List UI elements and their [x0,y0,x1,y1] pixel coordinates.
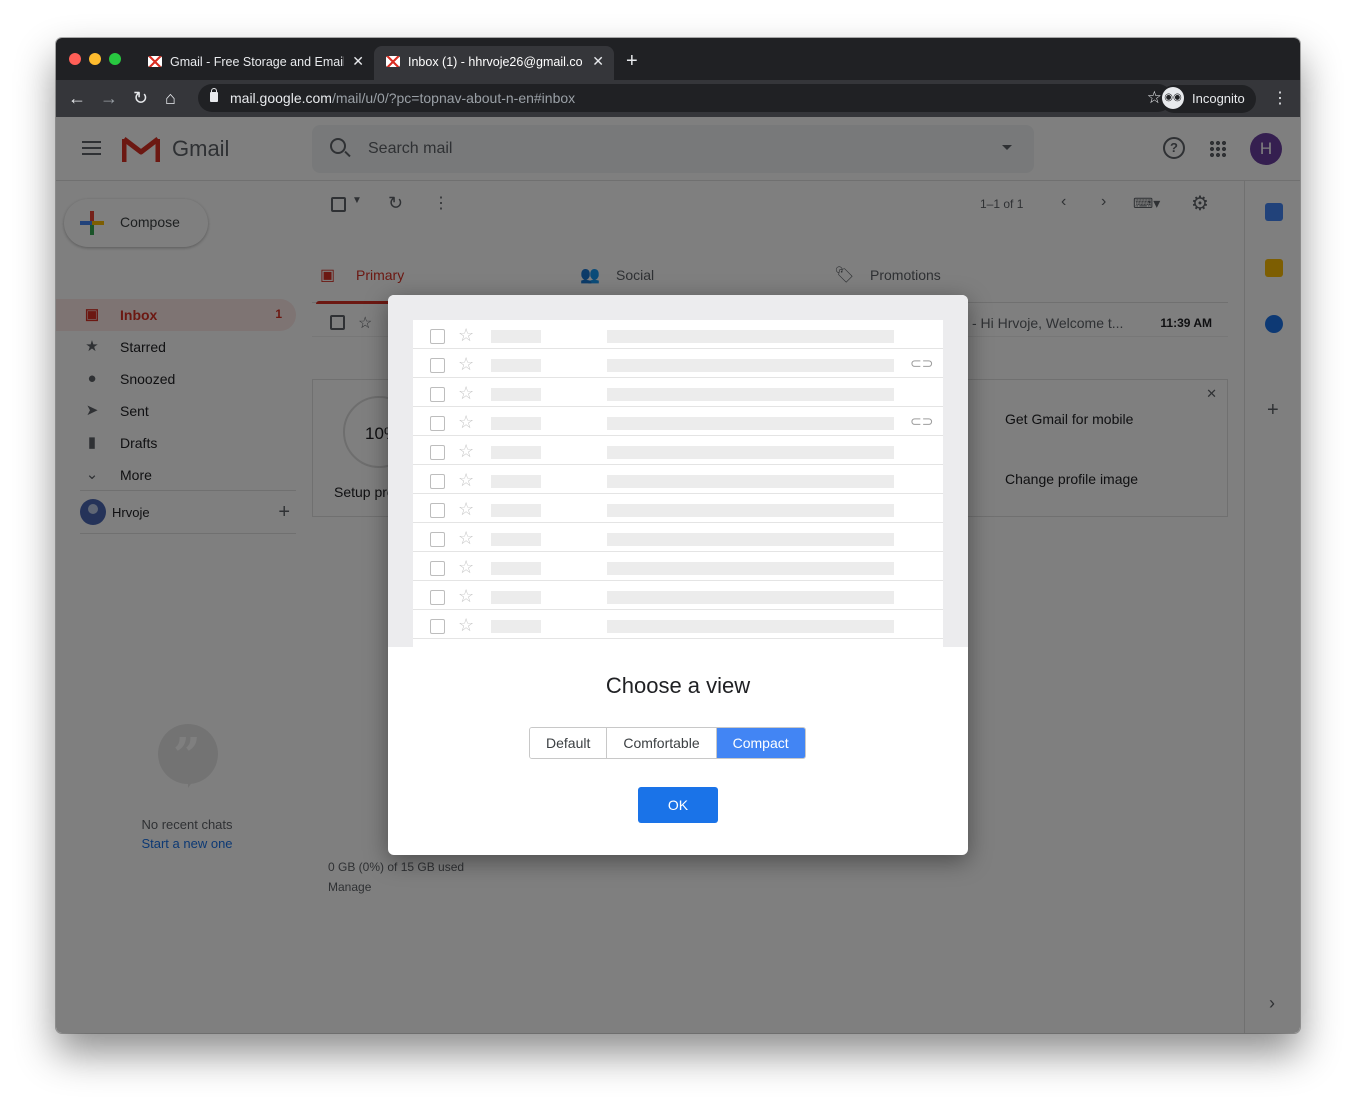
preview-row: ☆ [413,320,943,349]
preview-star-icon: ☆ [458,325,475,345]
preview-row: ☆ [413,436,943,465]
tab-strip: Gmail - Free Storage and Email ✕ Inbox (… [56,38,1300,80]
preview-checkbox [430,329,445,344]
preview-checkbox [430,561,445,576]
browser-menu-icon[interactable]: ⋮ [1272,88,1288,108]
preview-sender-placeholder [491,533,541,546]
preview-list: ☆ ☆ ⊂⊃ ☆ ☆ ⊂⊃ ☆ ☆ ☆ ☆ ☆ ☆ ☆ [413,320,943,647]
preview-star-icon: ☆ [458,586,475,606]
preview-subject-placeholder [607,591,894,604]
preview-star-icon: ☆ [458,383,475,403]
preview-star-icon: ☆ [458,499,475,519]
preview-sender-placeholder [491,417,541,430]
preview-subject-placeholder [607,504,894,517]
preview-subject-placeholder [607,620,894,633]
minimize-window-button[interactable] [89,53,101,65]
view-option-compact[interactable]: Compact [716,728,805,758]
preview-sender-placeholder [491,620,541,633]
preview-star-icon: ☆ [458,354,475,374]
address-bar[interactable]: mail.google.com/mail/u/0/?pc=topnav-abou… [198,84,1172,112]
preview-checkbox [430,503,445,518]
incognito-label: Incognito [1192,91,1245,106]
attachment-icon: ⊂⊃ [910,413,934,429]
tab-close-icon[interactable]: ✕ [352,53,364,70]
preview-star-icon: ☆ [458,615,475,635]
preview-star-icon: ☆ [458,528,475,548]
url-text: mail.google.com/mail/u/0/?pc=topnav-abou… [230,90,576,106]
preview-sender-placeholder [491,446,541,459]
dialog-title: Choose a view [605,673,751,698]
new-tab-button[interactable]: + [626,51,638,71]
tab-title: Gmail - Free Storage and Email [170,55,344,69]
preview-star-icon: ☆ [458,470,475,490]
tab-close-icon[interactable]: ✕ [592,53,604,70]
preview-sender-placeholder [491,330,541,343]
preview-row: ☆ [413,552,943,581]
browser-window: Gmail - Free Storage and Email ✕ Inbox (… [56,38,1300,1033]
preview-subject-placeholder [607,446,894,459]
incognito-indicator[interactable]: ◉◉ Incognito [1160,85,1256,113]
choose-view-dialog: ☆ ☆ ⊂⊃ ☆ ☆ ⊂⊃ ☆ ☆ ☆ ☆ ☆ ☆ ☆ Choose a view Default Co… [388,295,968,855]
preview-subject-placeholder [607,388,894,401]
forward-arrow-icon[interactable]: → [100,88,118,108]
preview-row: ☆ [413,610,943,639]
preview-row: ☆ [413,465,943,494]
browser-tab-inbox[interactable]: Inbox (1) - hhrvoje26@gmail.com ✕ [374,46,614,80]
preview-subject-placeholder [607,359,894,372]
view-option-default[interactable]: Default [530,728,608,758]
view-option-comfortable[interactable]: Comfortable [607,728,717,758]
preview-checkbox [430,474,445,489]
reload-icon[interactable]: ↻ [133,88,148,108]
preview-subject-placeholder [607,330,894,343]
preview-checkbox [430,532,445,547]
preview-checkbox [430,590,445,605]
browser-toolbar: ← → ↻ ⌂ mail.google.com/mail/u/0/?pc=top… [56,80,1300,117]
preview-subject-placeholder [607,562,894,575]
preview-sender-placeholder [491,504,541,517]
gmail-favicon-icon [148,56,162,67]
preview-sender-placeholder [491,359,541,372]
tab-title: Inbox (1) - hhrvoje26@gmail.com [408,55,582,69]
preview-row: ☆ [413,581,943,610]
preview-checkbox [430,619,445,634]
gmail-favicon-icon [386,56,400,67]
preview-checkbox [430,358,445,373]
preview-sender-placeholder [491,475,541,488]
view-preview: ☆ ☆ ⊂⊃ ☆ ☆ ⊂⊃ ☆ ☆ ☆ ☆ ☆ ☆ ☆ [388,295,968,647]
preview-row: ☆ ⊂⊃ [413,349,943,378]
view-options: Default Comfortable Compact [529,727,806,759]
home-icon[interactable]: ⌂ [165,88,176,108]
preview-row: ☆ [413,494,943,523]
preview-checkbox [430,387,445,402]
preview-checkbox [430,445,445,460]
preview-checkbox [430,416,445,431]
preview-row: ☆ [413,378,943,407]
preview-row: ☆ ⊂⊃ [413,407,943,436]
preview-sender-placeholder [491,591,541,604]
preview-subject-placeholder [607,475,894,488]
preview-sender-placeholder [491,562,541,575]
close-window-button[interactable] [69,53,81,65]
preview-star-icon: ☆ [458,557,475,577]
ok-button[interactable]: OK [638,787,718,823]
lock-icon [210,88,218,102]
preview-star-icon: ☆ [458,412,475,432]
preview-row: ☆ [413,523,943,552]
attachment-icon: ⊂⊃ [910,355,934,371]
maximize-window-button[interactable] [109,53,121,65]
browser-tab-gmail[interactable]: Gmail - Free Storage and Email ✕ [136,46,374,80]
preview-sender-placeholder [491,388,541,401]
preview-subject-placeholder [607,533,894,546]
preview-subject-placeholder [607,417,894,430]
back-arrow-icon[interactable]: ← [68,88,86,108]
incognito-icon: ◉◉ [1162,87,1184,109]
preview-star-icon: ☆ [458,441,475,461]
